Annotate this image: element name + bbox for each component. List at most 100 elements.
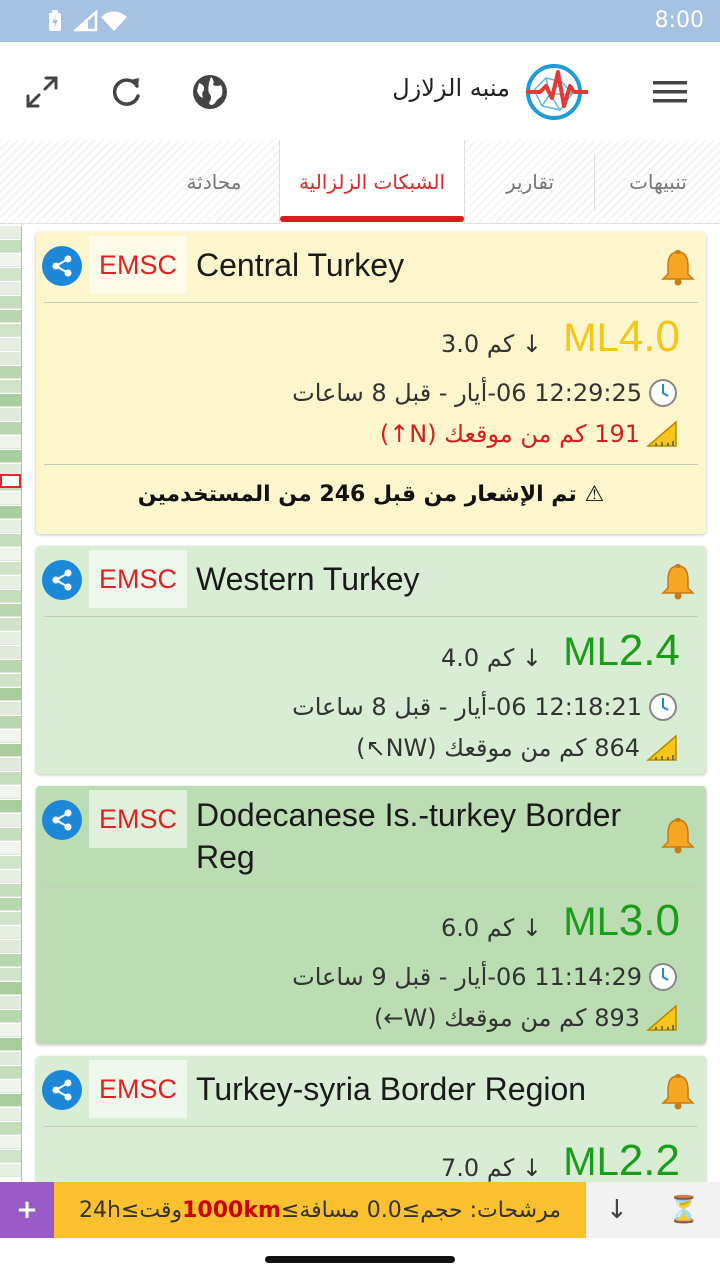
- distance-row: 191 كم من موقعك (N↑): [380, 420, 678, 448]
- fullscreen-button[interactable]: [18, 68, 66, 116]
- timeline-cell: [0, 814, 21, 827]
- share-button[interactable]: [42, 800, 82, 840]
- tab-chat[interactable]: محادثة: [150, 140, 278, 224]
- magnitude: ML2.2: [563, 1136, 680, 1186]
- timeline-marker: [0, 474, 21, 488]
- magnitude: ML4.0: [563, 312, 680, 362]
- timeline-cell: [0, 520, 21, 533]
- magnitude-value: 2.4: [618, 626, 680, 675]
- magnitude-scale: ML: [563, 630, 619, 674]
- quake-card[interactable]: EMSC Central Turkey ML4.0 ↓ كم 3.0 12:29…: [36, 232, 706, 534]
- sort-down-icon[interactable]: ↓: [606, 1195, 628, 1225]
- timeline-cell: [0, 310, 21, 323]
- card-divider: [44, 1126, 698, 1127]
- timeline-cell: [0, 1010, 21, 1023]
- filter-bar: + مرشحات: حجم≥0.0 مسافة≥ 1000km وقت≥24h ↓…: [0, 1182, 720, 1238]
- magnitude-scale: ML: [563, 1140, 619, 1184]
- depth-value: 6.0: [441, 914, 480, 942]
- timeline-cell: [0, 968, 21, 981]
- menu-button[interactable]: [646, 68, 694, 116]
- share-button[interactable]: [42, 560, 82, 600]
- tab-separator: [594, 154, 595, 210]
- status-bar: 8:00: [0, 0, 720, 42]
- share-icon: [52, 809, 72, 831]
- timeline-cell: [0, 1024, 21, 1037]
- magnitude-scale: ML: [563, 316, 619, 360]
- timeline-cell: [0, 1136, 21, 1149]
- location-name: Turkey-syria Border Region: [196, 1071, 587, 1107]
- timeline-cell: [0, 324, 21, 337]
- add-filter-button[interactable]: +: [0, 1182, 54, 1238]
- bell-icon[interactable]: [660, 248, 696, 286]
- timeline-cell: [0, 422, 21, 435]
- timeline-cell: [0, 590, 21, 603]
- location-name: Central Turkey: [196, 247, 405, 283]
- bell-icon[interactable]: [660, 1072, 696, 1110]
- time-row: 11:14:29 06-أيار - قبل 9 ساعات: [292, 962, 678, 992]
- timeline-cell: [0, 674, 21, 687]
- card-divider: [44, 302, 698, 303]
- quake-card[interactable]: EMSC Turkey-syria Border Region ML2.2 ↓ …: [36, 1056, 706, 1185]
- magnitude-scale: ML: [563, 900, 619, 944]
- share-button[interactable]: [42, 1070, 82, 1110]
- timeline-cell: [0, 226, 21, 239]
- timeline-cell: [0, 576, 21, 589]
- timeline-cell: [0, 786, 21, 799]
- depth-value: 4.0: [441, 644, 480, 672]
- tab-reports[interactable]: تقارير: [466, 140, 594, 224]
- refresh-icon: [112, 78, 140, 106]
- depth-value: 7.0: [441, 1154, 480, 1182]
- timeline-cell: [0, 898, 21, 911]
- hourglass-icon[interactable]: ⏳: [668, 1195, 700, 1225]
- depth: ↓ كم 7.0: [441, 1154, 542, 1182]
- timeline-cell: [0, 492, 21, 505]
- timeline-cell: [0, 338, 21, 351]
- tab-seismic-networks[interactable]: الشبكات الزلزالية: [279, 140, 465, 224]
- timeline-cell: [0, 856, 21, 869]
- timeline-cell: [0, 618, 21, 631]
- timeline-strip[interactable]: [0, 226, 22, 1182]
- timeline-cell: [0, 240, 21, 253]
- battery-icon: [49, 10, 61, 31]
- timeline-cell: [0, 380, 21, 393]
- ruler-icon: [646, 420, 677, 447]
- depth-unit: كم: [486, 644, 515, 672]
- timeline-cell: [0, 996, 21, 1009]
- filter-suffix: وقت≥24h: [78, 1197, 183, 1223]
- distance-row: 864 كم من موقعك (NW↖): [356, 734, 678, 762]
- tab-bar: تنبيهات تقارير الشبكات الزلزالية محادثة: [0, 140, 720, 224]
- timeline-cell: [0, 702, 21, 715]
- ruler-icon: [646, 734, 677, 761]
- status-time: 8:00: [654, 8, 704, 33]
- tab-alerts[interactable]: تنبيهات: [596, 140, 720, 224]
- event-time: 12:18:21 06-أيار - قبل 8 ساعات: [292, 693, 642, 721]
- quake-card[interactable]: EMSC Dodecanese Is.-turkey Border Reg ML…: [36, 786, 706, 1044]
- system-nav-bar: [0, 1238, 720, 1280]
- event-distance: 893 كم من موقعك (W←): [374, 1004, 640, 1032]
- timeline-cell: [0, 394, 21, 407]
- refresh-button[interactable]: [102, 68, 150, 116]
- timeline-cell: [0, 450, 21, 463]
- globe-button[interactable]: [186, 68, 234, 116]
- globe-icon: [193, 75, 227, 109]
- timeline-cell: [0, 1038, 21, 1051]
- timeline-cell: [0, 1164, 21, 1177]
- timeline-cell: [0, 982, 21, 995]
- app-logo: [526, 64, 588, 120]
- timeline-cell: [0, 254, 21, 267]
- timeline-cell: [0, 1080, 21, 1093]
- bell-icon[interactable]: [660, 562, 696, 600]
- card-divider: [44, 464, 698, 465]
- timeline-cell: [0, 562, 21, 575]
- home-gesture-pill[interactable]: [265, 1256, 455, 1263]
- bell-icon[interactable]: [660, 816, 696, 854]
- timeline-cell: [0, 758, 21, 771]
- tab-label: تقارير: [505, 170, 555, 194]
- distance-row: 893 كم من موقعك (W←): [374, 1004, 678, 1032]
- filter-summary[interactable]: مرشحات: حجم≥0.0 مسافة≥ 1000km وقت≥24h: [54, 1182, 586, 1238]
- quake-card[interactable]: EMSC Western Turkey ML2.4 ↓ كم 4.0 12:18…: [36, 546, 706, 774]
- share-button[interactable]: [42, 246, 82, 286]
- timeline-cell: [0, 926, 21, 939]
- source-label: EMSC: [89, 790, 187, 848]
- timeline-cell: [0, 296, 21, 309]
